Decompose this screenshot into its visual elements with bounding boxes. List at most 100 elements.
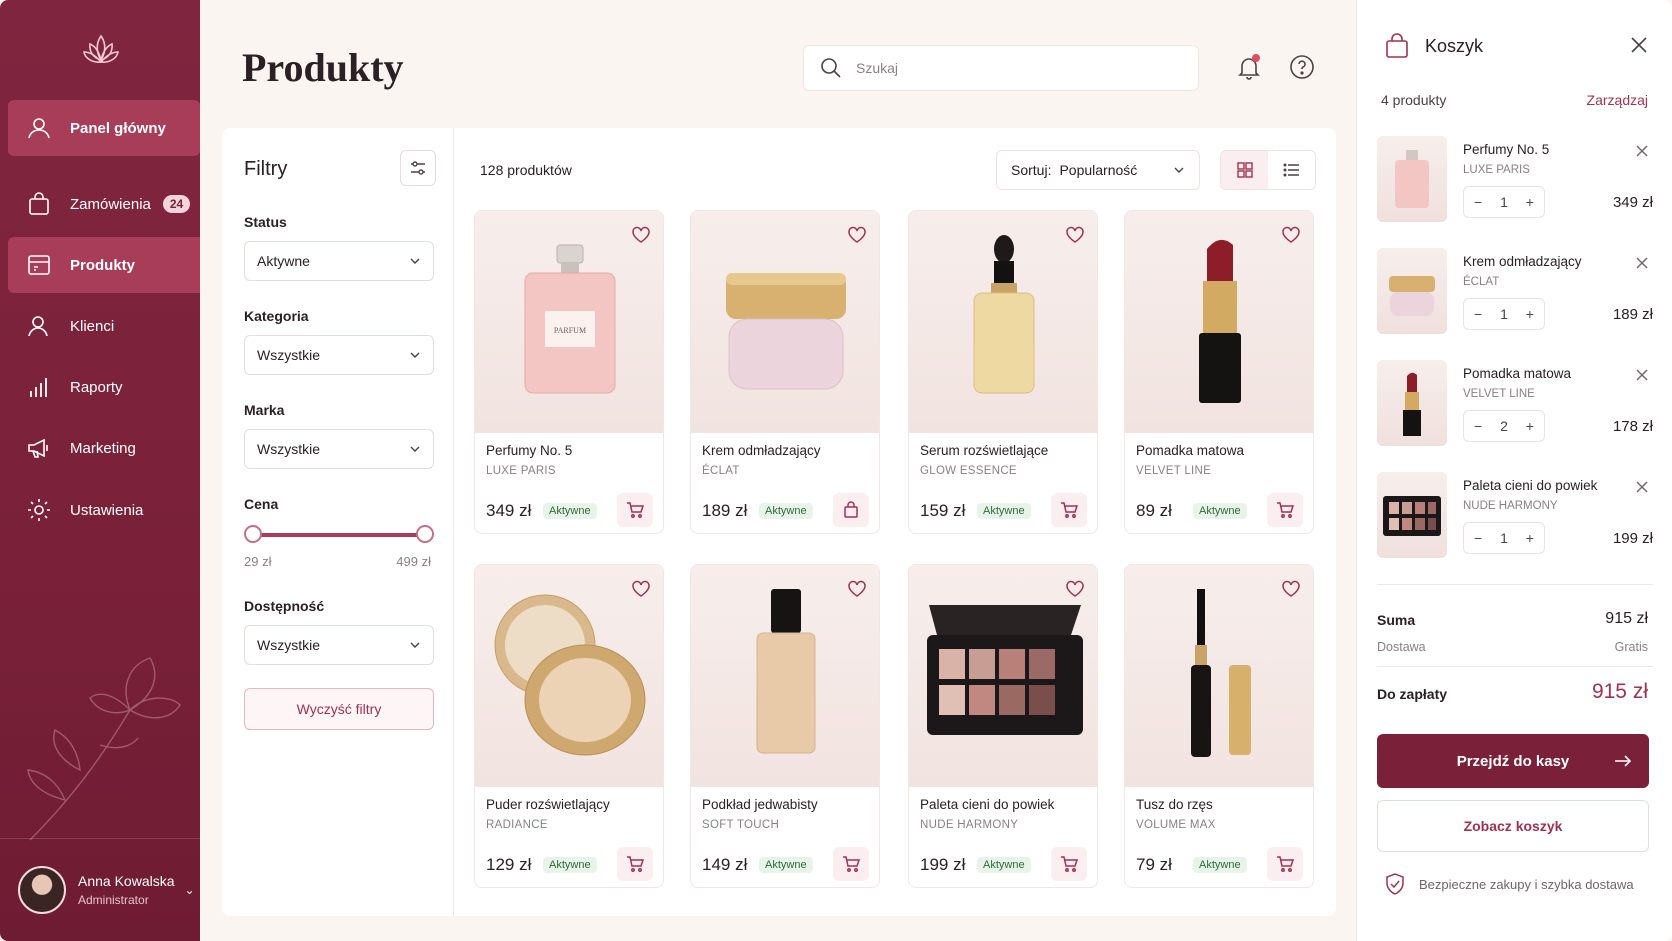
manage-cart-link[interactable]: Zarządzaj <box>1587 92 1648 108</box>
divider <box>1377 584 1653 585</box>
status-badge: Aktywne <box>759 503 813 519</box>
sidebar-item-marketing[interactable]: Marketing <box>8 420 200 476</box>
search-input[interactable] <box>856 60 1176 76</box>
product-card[interactable]: Serum rozświetlające GLOW ESSENCE 159 zł… <box>908 210 1098 534</box>
product-card[interactable]: Paleta cieni do powiek NUDE HARMONY 199 … <box>908 564 1098 888</box>
sidebar-item-reports[interactable]: Raporty <box>8 359 200 415</box>
add-to-cart-button[interactable] <box>617 847 653 881</box>
product-card[interactable]: Pomadka matowa VELVET LINE 89 zł Aktywne <box>1124 210 1314 534</box>
price-min-handle[interactable] <box>244 525 262 543</box>
checkout-button[interactable]: Przejdź do kasy <box>1377 734 1649 788</box>
product-card[interactable]: Tusz do rzęs VOLUME MAX 79 zł Aktywne <box>1124 564 1314 888</box>
product-card[interactable]: PARFUM Perfumy No. 5 LUXE PARIS 349 zł A… <box>474 210 664 534</box>
plus-icon[interactable]: + <box>1526 530 1534 546</box>
clear-filters-button[interactable]: Wyczyść filtry <box>244 688 434 730</box>
help-icon[interactable] <box>1288 53 1316 81</box>
user-info: Anna Kowalska Administrator <box>78 873 175 907</box>
remove-item-icon[interactable] <box>1635 256 1649 270</box>
status-select[interactable]: Aktywne <box>244 241 434 281</box>
remove-item-icon[interactable] <box>1635 480 1649 494</box>
minus-icon[interactable]: − <box>1474 418 1482 434</box>
cart-item-thumbnail <box>1377 248 1447 334</box>
category-select[interactable]: Wszystkie <box>244 335 434 375</box>
add-to-cart-button[interactable] <box>1051 847 1087 881</box>
chevron-down-icon[interactable]: ⌄ <box>185 883 195 897</box>
category-select-value: Wszystkie <box>257 347 320 363</box>
svg-text:PARFUM: PARFUM <box>554 326 586 335</box>
grid-view-button[interactable] <box>1221 151 1268 189</box>
floral-decoration-icon <box>27 657 181 841</box>
product-brand: ÉCLAT <box>702 465 740 477</box>
quantity-stepper[interactable]: − 1 + <box>1463 186 1545 218</box>
close-icon[interactable] <box>1630 36 1648 54</box>
heart-icon[interactable] <box>1281 579 1301 599</box>
heart-icon[interactable] <box>631 579 651 599</box>
sidebar: Panel główny Zamówienia 24 Produkty Klie… <box>0 0 200 941</box>
sidebar-item-orders[interactable]: Zamówienia 24 <box>8 176 200 232</box>
brand-select[interactable]: Wszystkie <box>244 429 434 469</box>
minus-icon[interactable]: − <box>1474 306 1482 322</box>
cart-item: Paleta cieni do powiek NUDE HARMONY − 1 … <box>1377 472 1653 558</box>
view-cart-button[interactable]: Zobacz koszyk <box>1377 800 1649 852</box>
price-range-track[interactable] <box>252 533 424 537</box>
list-icon <box>1283 163 1299 177</box>
sidebar-item-products[interactable]: Produkty <box>8 237 200 293</box>
list-view-button[interactable] <box>1268 151 1315 189</box>
heart-icon[interactable] <box>847 225 867 245</box>
checkout-label: Przejdź do kasy <box>1456 752 1570 770</box>
heart-icon[interactable] <box>631 225 651 245</box>
status-label: Status <box>244 214 287 230</box>
minus-icon[interactable]: − <box>1474 530 1482 546</box>
sidebar-item-clients[interactable]: Klienci <box>8 298 200 354</box>
add-to-cart-button[interactable] <box>833 847 869 881</box>
bag-icon <box>844 501 858 518</box>
sidebar-item-label: Zamówienia <box>70 195 151 213</box>
price-max-label: 499 zł <box>396 554 431 569</box>
quantity-stepper[interactable]: − 1 + <box>1463 298 1545 330</box>
sidebar-item-label: Panel główny <box>70 119 166 137</box>
status-select-value: Aktywne <box>257 253 310 269</box>
search-box[interactable] <box>803 45 1199 91</box>
remove-item-icon[interactable] <box>1635 144 1649 158</box>
heart-icon[interactable] <box>1281 225 1301 245</box>
user-role: Administrator <box>78 893 149 907</box>
filter-settings-button[interactable] <box>400 150 436 186</box>
sidebar-item-settings[interactable]: Ustawienia <box>8 482 200 538</box>
quantity-stepper[interactable]: − 1 + <box>1463 522 1545 554</box>
sort-select[interactable]: Sortuj: Popularność <box>996 150 1200 190</box>
cart-title: Koszyk <box>1425 36 1484 56</box>
availability-select-value: Wszystkie <box>257 637 320 653</box>
add-to-cart-button[interactable] <box>1051 493 1087 527</box>
heart-icon[interactable] <box>1065 225 1085 245</box>
plus-icon[interactable]: + <box>1526 418 1534 434</box>
total-value: 915 zł <box>1591 680 1648 703</box>
cart-item-thumbnail <box>1377 136 1447 222</box>
plus-icon[interactable]: + <box>1526 306 1534 322</box>
product-card[interactable]: Krem odmładzający ÉCLAT 189 zł Aktywne <box>690 210 880 534</box>
user-profile[interactable]: Anna Kowalska Administrator ⌄ <box>0 838 200 941</box>
add-to-cart-button[interactable] <box>1267 493 1303 527</box>
chevron-down-icon <box>1174 167 1184 173</box>
product-card[interactable]: Podkład jedwabisty SOFT TOUCH 149 zł Akt… <box>690 564 880 888</box>
heart-icon[interactable] <box>847 579 867 599</box>
minus-icon[interactable]: − <box>1474 194 1482 210</box>
add-to-cart-button[interactable] <box>833 493 869 527</box>
status-badge: Aktywne <box>543 503 597 519</box>
product-card[interactable]: Puder rozświetlający RADIANCE 129 zł Akt… <box>474 564 664 888</box>
heart-icon[interactable] <box>1065 579 1085 599</box>
add-to-cart-button[interactable] <box>1267 847 1303 881</box>
availability-label: Dostępność <box>244 598 325 614</box>
quantity-value: 2 <box>1500 418 1508 434</box>
avatar <box>18 866 66 914</box>
quantity-stepper[interactable]: − 2 + <box>1463 410 1545 442</box>
product-name: Pomadka matowa <box>1136 443 1245 458</box>
availability-select[interactable]: Wszystkie <box>244 625 434 665</box>
plus-icon[interactable]: + <box>1526 194 1534 210</box>
status-badge: Aktywne <box>977 503 1031 519</box>
remove-item-icon[interactable] <box>1635 368 1649 382</box>
sidebar-item-dashboard[interactable]: Panel główny <box>8 100 200 156</box>
price-max-handle[interactable] <box>416 525 434 543</box>
cart-item-price: 349 zł <box>1612 194 1653 211</box>
add-to-cart-button[interactable] <box>617 493 653 527</box>
chevron-down-icon <box>410 446 420 452</box>
